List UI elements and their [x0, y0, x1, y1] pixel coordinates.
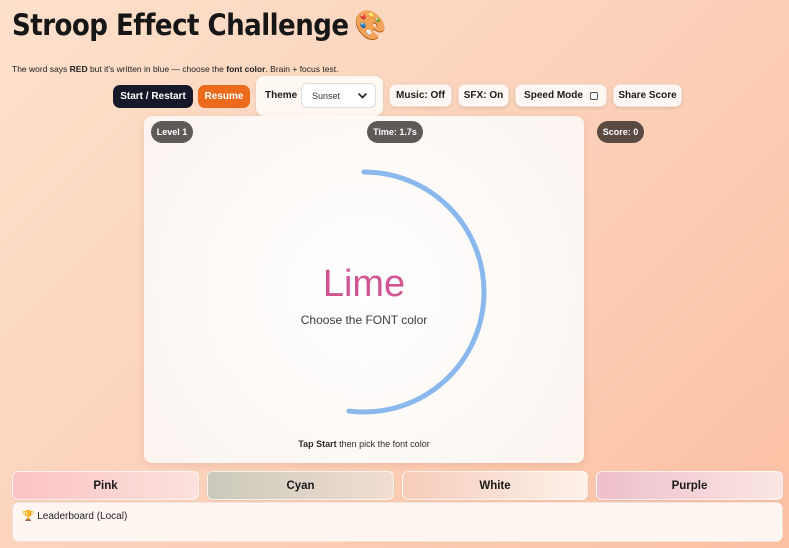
theme-select[interactable]: Sunset [301, 83, 376, 108]
subtitle: The word says RED but it's written in bl… [12, 64, 339, 74]
share-score-button[interactable]: Share Score [613, 84, 682, 107]
theme-control: Theme Sunset [256, 76, 383, 116]
sfx-toggle-button[interactable]: SFX: On [458, 84, 509, 107]
resume-button[interactable]: Resume [198, 85, 250, 108]
choice-button-white[interactable]: White [402, 471, 588, 500]
choice-button-pink[interactable]: Pink [12, 471, 199, 500]
chevron-down-icon [358, 93, 367, 99]
stroop-word: Lime [322, 263, 406, 305]
speed-mode-toggle[interactable]: Speed Mode [515, 84, 607, 107]
palette-icon: 🎨 [353, 8, 386, 42]
timer-badge: Time: 1.7s [367, 121, 423, 143]
trophy-icon: 🏆 [22, 511, 35, 522]
choice-button-cyan[interactable]: Cyan [207, 471, 394, 500]
music-toggle-button[interactable]: Music: Off [389, 84, 452, 107]
speed-mode-label: Speed Mode [524, 90, 583, 101]
theme-select-value: Sunset [312, 90, 341, 101]
speed-mode-checkbox[interactable] [589, 91, 598, 100]
prompt-text: Choose the FONT color [300, 313, 428, 327]
leaderboard-title: 🏆 Leaderboard (Local) [22, 511, 128, 522]
choice-button-purple[interactable]: Purple [596, 471, 783, 500]
start-restart-button[interactable]: Start / Restart [113, 85, 193, 108]
score-badge: Score: 0 [597, 121, 644, 143]
page-title: Stroop Effect Challenge 🎨 [12, 8, 386, 42]
level-badge: Level 1 [151, 121, 193, 143]
theme-label: Theme [265, 90, 298, 101]
leaderboard-panel: 🏆 Leaderboard (Local) [12, 502, 783, 542]
hint-text: Tap Start then pick the font color [298, 439, 430, 449]
